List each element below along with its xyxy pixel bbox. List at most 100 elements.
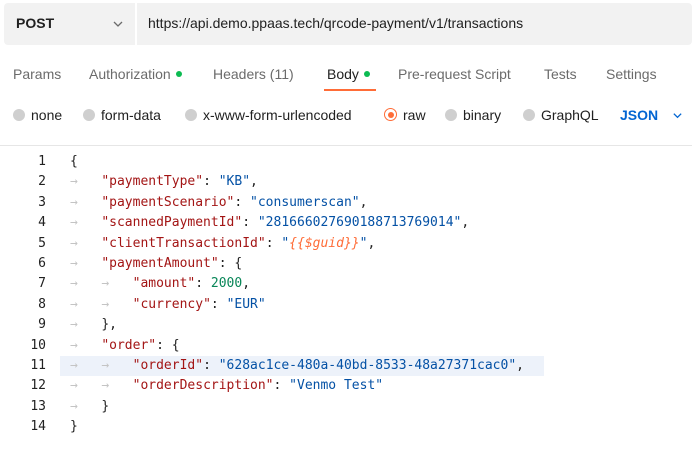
radio-label: x-www-form-urlencoded — [203, 107, 352, 123]
code-token: , — [359, 194, 368, 210]
line-number: 13 — [30, 398, 46, 414]
radio-raw[interactable]: raw — [384, 107, 426, 123]
indent-arrow-icon: → — [70, 296, 102, 312]
indent-arrow-icon: → — [101, 358, 133, 373]
radio-label: binary — [463, 107, 502, 123]
tab-body[interactable]: Body — [327, 66, 370, 82]
code-line[interactable]: → "order": { — [70, 336, 180, 356]
code-token: "clientTransactionId" — [101, 235, 266, 251]
code-line[interactable]: → → "orderDescription": "Venmo Test" — [70, 376, 383, 396]
indent-arrow-icon: → — [70, 378, 102, 394]
code-token: : — [273, 378, 290, 394]
indent-arrow-icon: → — [101, 296, 133, 312]
code-token: , — [367, 235, 376, 251]
code-token: "paymentAmount" — [101, 256, 219, 271]
code-line[interactable]: → "scannedPaymentId": "28166602769018871… — [70, 213, 469, 233]
line-number: 6 — [38, 256, 46, 271]
code-token: "currency" — [132, 296, 211, 312]
code-line[interactable]: → "clientTransactionId": "{{$guid}}", — [70, 234, 375, 254]
radio-none[interactable]: none — [13, 107, 62, 123]
code-line[interactable]: { — [70, 152, 78, 172]
tab-label: Headers (11) — [213, 66, 294, 82]
code-line[interactable]: → → "orderId": "628ac1ce-480a-40bd-8533-… — [70, 356, 524, 376]
code-token: , — [461, 215, 470, 231]
code-token: {{$guid}} — [289, 235, 360, 251]
chevron-down-icon[interactable] — [672, 110, 683, 121]
code-token: "scannedPaymentId" — [101, 215, 243, 231]
tab-tests[interactable]: Tests — [544, 66, 577, 82]
radio-label: GraphQL — [541, 107, 599, 123]
indent-arrow-icon: → — [70, 235, 102, 251]
active-tab-indicator — [324, 89, 376, 91]
code-token: "consumerscan" — [250, 194, 360, 210]
url-input[interactable]: https://api.demo.ppaas.tech/qrcode-payme… — [137, 3, 692, 45]
radio-circle-icon — [185, 109, 197, 121]
line-number: 12 — [30, 378, 46, 394]
tab-settings[interactable]: Settings — [606, 66, 657, 82]
indent-arrow-icon: → — [70, 358, 102, 373]
line-number: 14 — [30, 419, 46, 435]
radio-circle-icon — [523, 109, 535, 121]
code-token: "628ac1ce-480a-40bd-8533-48a27371cac0" — [218, 358, 517, 373]
indent-arrow-icon: → — [70, 337, 102, 353]
code-line[interactable]: → } — [70, 397, 109, 417]
indent-arrow-icon: → — [70, 276, 102, 292]
status-dot-icon — [363, 71, 370, 77]
code-token: "orderDescription" — [132, 378, 274, 394]
code-line[interactable]: → → "currency": "EUR" — [70, 295, 266, 315]
tab-label: Settings — [606, 66, 657, 82]
tab-headers[interactable]: Headers (11) — [213, 66, 294, 82]
code-token: , — [250, 174, 258, 190]
code-line[interactable]: → "paymentType": "KB", — [70, 172, 258, 192]
code-token: "paymentScenario" — [101, 194, 235, 210]
radio-circle-icon — [83, 109, 95, 121]
format-select[interactable]: JSON — [620, 107, 658, 123]
line-number: 1 — [38, 154, 46, 169]
code-token: : { — [218, 256, 243, 271]
code-token: " — [281, 235, 290, 251]
code-token: : — [203, 358, 219, 373]
tab-params[interactable]: Params — [13, 66, 61, 82]
code-line[interactable]: → }, — [70, 315, 117, 335]
code-line[interactable]: → → "amount": 2000, — [70, 274, 250, 294]
radio-label: form-data — [101, 107, 161, 123]
radio-graphql[interactable]: GraphQL — [523, 107, 599, 123]
status-dot-icon — [175, 71, 182, 77]
line-number: 5 — [38, 235, 46, 251]
body-type-options: none form-data x-www-form-urlencoded raw… — [0, 100, 692, 130]
tab-pre-request-script[interactable]: Pre-request Script — [398, 66, 511, 82]
indent-arrow-icon: → — [70, 398, 102, 414]
method-select[interactable]: POST — [4, 3, 135, 45]
line-number: 3 — [38, 194, 46, 210]
radio-circle-icon — [445, 109, 457, 121]
indent-arrow-icon: → — [70, 317, 102, 333]
url-text: https://api.demo.ppaas.tech/qrcode-payme… — [148, 15, 524, 31]
code-token: : — [195, 276, 211, 292]
code-token: : — [265, 235, 282, 251]
radio-form-data[interactable]: form-data — [83, 107, 161, 123]
line-number: 4 — [38, 215, 46, 231]
radio-x-www-form-urlencoded[interactable]: x-www-form-urlencoded — [185, 107, 352, 123]
code-token: : — [210, 296, 227, 312]
radio-label: raw — [403, 107, 426, 123]
request-tabs: Params Authorization Headers (11) Body P… — [0, 58, 692, 92]
method-label: POST — [16, 15, 55, 31]
line-number: 9 — [38, 317, 46, 333]
code-line[interactable]: → "paymentAmount": { — [70, 254, 242, 274]
code-token: , — [516, 358, 524, 373]
request-bar: POST https://api.demo.ppaas.tech/qrcode-… — [4, 3, 692, 45]
code-token: "EUR" — [226, 296, 266, 312]
code-editor[interactable]: 1 {2 → "paymentType": "KB", 3 → "paymentScen… — [0, 150, 692, 450]
tab-label: Tests — [544, 66, 577, 82]
code-line[interactable]: → "paymentScenario": "consumerscan", — [70, 193, 367, 213]
radio-binary[interactable]: binary — [445, 107, 501, 123]
radio-label: none — [31, 107, 63, 123]
code-token: { — [70, 154, 78, 169]
indent-arrow-icon: → — [70, 194, 102, 210]
code-token: "amount" — [132, 276, 196, 292]
code-line[interactable]: } — [70, 417, 78, 437]
code-token: : — [234, 194, 251, 210]
tab-authorization[interactable]: Authorization — [89, 66, 182, 82]
code-token: : { — [156, 337, 180, 353]
code-token: }, — [101, 317, 117, 333]
